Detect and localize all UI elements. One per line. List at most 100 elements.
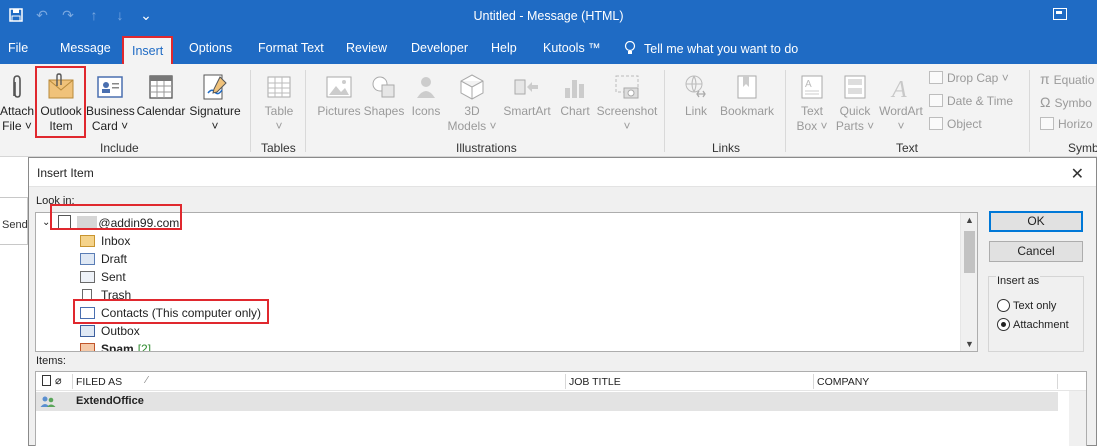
dialog-title: Insert Item bbox=[29, 158, 1096, 187]
scroll-down-icon[interactable]: ▼ bbox=[964, 339, 975, 349]
object-button[interactable]: Object bbox=[929, 117, 982, 131]
contacts-highlight bbox=[73, 299, 269, 324]
link-button[interactable]: Link bbox=[674, 72, 718, 119]
shapes-icon bbox=[372, 76, 395, 98]
drop-cap-button[interactable]: Drop Cap ˅ bbox=[929, 71, 1009, 85]
business-card-button[interactable]: Business Card ˅ bbox=[86, 72, 135, 134]
table-button[interactable]: Table ˅ bbox=[256, 72, 302, 134]
ribbon: Attach File ˅ Outlook Item Business Card… bbox=[0, 64, 1097, 157]
icons-button[interactable]: Icons bbox=[406, 72, 446, 119]
quick-parts-button[interactable]: Quick Parts ˅ bbox=[834, 72, 876, 134]
tell-me-box[interactable]: Tell me what you want to do bbox=[624, 41, 798, 56]
ribbon-display-options-icon[interactable] bbox=[1053, 8, 1067, 20]
pictures-button[interactable]: Pictures bbox=[314, 72, 364, 119]
radio-attachment[interactable]: Attachment bbox=[997, 318, 1069, 331]
chart-button[interactable]: Chart bbox=[556, 72, 594, 119]
close-icon[interactable]: ✕ bbox=[1071, 164, 1084, 184]
drop-cap-icon bbox=[929, 71, 943, 84]
row-filed-as: ExtendOffice bbox=[76, 395, 144, 407]
group-label-tables: Tables bbox=[261, 141, 296, 155]
group-label-text: Text bbox=[896, 141, 919, 155]
wordart-button[interactable]: A WordArt ˅ bbox=[876, 72, 926, 134]
screenshot-button[interactable]: Screenshot ˅ bbox=[596, 72, 658, 134]
horizontal-line-button[interactable]: Horizo bbox=[1040, 117, 1093, 131]
group-separator bbox=[305, 70, 306, 152]
ok-button[interactable]: OK bbox=[989, 211, 1083, 232]
omega-icon: Ω bbox=[1040, 94, 1051, 110]
quick-parts-icon bbox=[844, 75, 866, 99]
draft-icon bbox=[80, 252, 95, 265]
inbox-icon bbox=[80, 234, 95, 247]
tab-help[interactable]: Help bbox=[491, 41, 517, 55]
link-icon bbox=[685, 75, 706, 98]
tree-folder-spam[interactable]: Spam [2] bbox=[80, 340, 151, 351]
radio-text-only[interactable]: Text only bbox=[997, 299, 1056, 312]
group-label-links: Links bbox=[712, 141, 741, 155]
column-divider bbox=[813, 374, 814, 389]
symbol-button[interactable]: Ω Symbo bbox=[1040, 94, 1092, 110]
items-list[interactable]: ⌀ FILED AS ⁄ JOB TITLE COMPANY ExtendOff… bbox=[35, 371, 1087, 446]
tab-options[interactable]: Options bbox=[189, 41, 232, 55]
tree-scrollbar[interactable]: ▲ ▼ bbox=[960, 213, 977, 351]
tab-review[interactable]: Review bbox=[346, 41, 387, 55]
send-button[interactable]: Send bbox=[2, 219, 28, 231]
cancel-button[interactable]: Cancel bbox=[989, 241, 1083, 262]
attachment-column-icon[interactable]: ⌀ bbox=[55, 374, 62, 387]
ribbon-tabs: File Message Insert Options Format Text … bbox=[0, 34, 1097, 64]
document-icon[interactable] bbox=[42, 375, 51, 389]
svg-text:A: A bbox=[890, 77, 907, 102]
pictures-icon bbox=[326, 76, 352, 98]
screenshot-icon bbox=[615, 75, 639, 99]
scroll-up-icon[interactable]: ▲ bbox=[964, 215, 975, 225]
tab-file[interactable]: File bbox=[8, 41, 28, 55]
radio-circle bbox=[997, 299, 1010, 312]
signature-button[interactable]: Signature ˅ bbox=[188, 72, 242, 134]
table-row[interactable]: ExtendOffice bbox=[36, 392, 1058, 411]
group-separator bbox=[664, 70, 665, 152]
account-highlight bbox=[50, 204, 182, 230]
paperclip-icon bbox=[13, 75, 21, 98]
items-scrollbar[interactable] bbox=[1069, 391, 1086, 446]
window-title: Untitled - Message (HTML) bbox=[473, 9, 624, 23]
column-company[interactable]: COMPANY bbox=[817, 376, 869, 388]
date-time-button[interactable]: Date & Time bbox=[929, 94, 1013, 108]
3d-models-button[interactable]: 3D Models ˅ bbox=[446, 72, 498, 134]
tab-format-text[interactable]: Format Text bbox=[258, 41, 324, 55]
column-divider bbox=[1057, 374, 1058, 389]
shapes-button[interactable]: Shapes bbox=[362, 72, 406, 119]
tree-folder-outbox[interactable]: Outbox bbox=[80, 322, 140, 339]
bookmark-button[interactable]: Bookmark bbox=[716, 72, 778, 119]
svg-text:A: A bbox=[805, 79, 812, 90]
object-icon bbox=[929, 117, 943, 130]
tab-insert[interactable]: Insert bbox=[122, 36, 174, 64]
3d-cube-icon bbox=[460, 74, 484, 100]
attach-file-button[interactable]: Attach File ˅ bbox=[0, 72, 34, 134]
tree-folder-draft[interactable]: Draft bbox=[80, 250, 127, 267]
outbox-icon bbox=[80, 324, 95, 337]
tab-developer[interactable]: Developer bbox=[411, 41, 468, 55]
calendar-button[interactable]: Calendar bbox=[136, 72, 186, 119]
equation-button[interactable]: π Equatio bbox=[1040, 71, 1094, 87]
tab-message[interactable]: Message bbox=[60, 41, 111, 55]
group-separator bbox=[785, 70, 786, 152]
items-label: Items: bbox=[36, 355, 66, 367]
column-job-title[interactable]: JOB TITLE bbox=[569, 376, 621, 388]
signature-icon bbox=[203, 74, 227, 100]
calendar-icon bbox=[149, 75, 173, 99]
insert-item-dialog: Insert Item ✕ Look in: ⌄ @addin99.com In… bbox=[28, 157, 1097, 446]
text-box-button[interactable]: A Text Box ˅ bbox=[792, 72, 832, 134]
insert-as-group: Insert as Text only Attachment bbox=[988, 275, 1084, 352]
icons-icon bbox=[417, 77, 435, 98]
tree-folder-sent[interactable]: Sent bbox=[80, 268, 126, 285]
group-label-symbols: Symb bbox=[1068, 141, 1097, 155]
business-card-icon bbox=[97, 76, 123, 98]
tab-kutools[interactable]: Kutools ™ bbox=[543, 41, 601, 55]
smartart-button[interactable]: SmartArt bbox=[500, 72, 554, 119]
items-header: ⌀ FILED AS ⁄ JOB TITLE COMPANY bbox=[36, 372, 1086, 391]
column-filed-as[interactable]: FILED AS bbox=[76, 376, 122, 388]
bookmark-icon bbox=[737, 75, 757, 99]
folder-tree[interactable]: ⌄ @addin99.com Inbox Draft Sent Trash Co… bbox=[35, 212, 978, 352]
scroll-thumb[interactable] bbox=[964, 231, 975, 273]
tell-me-text: Tell me what you want to do bbox=[644, 42, 799, 56]
tree-folder-inbox[interactable]: Inbox bbox=[80, 232, 130, 249]
